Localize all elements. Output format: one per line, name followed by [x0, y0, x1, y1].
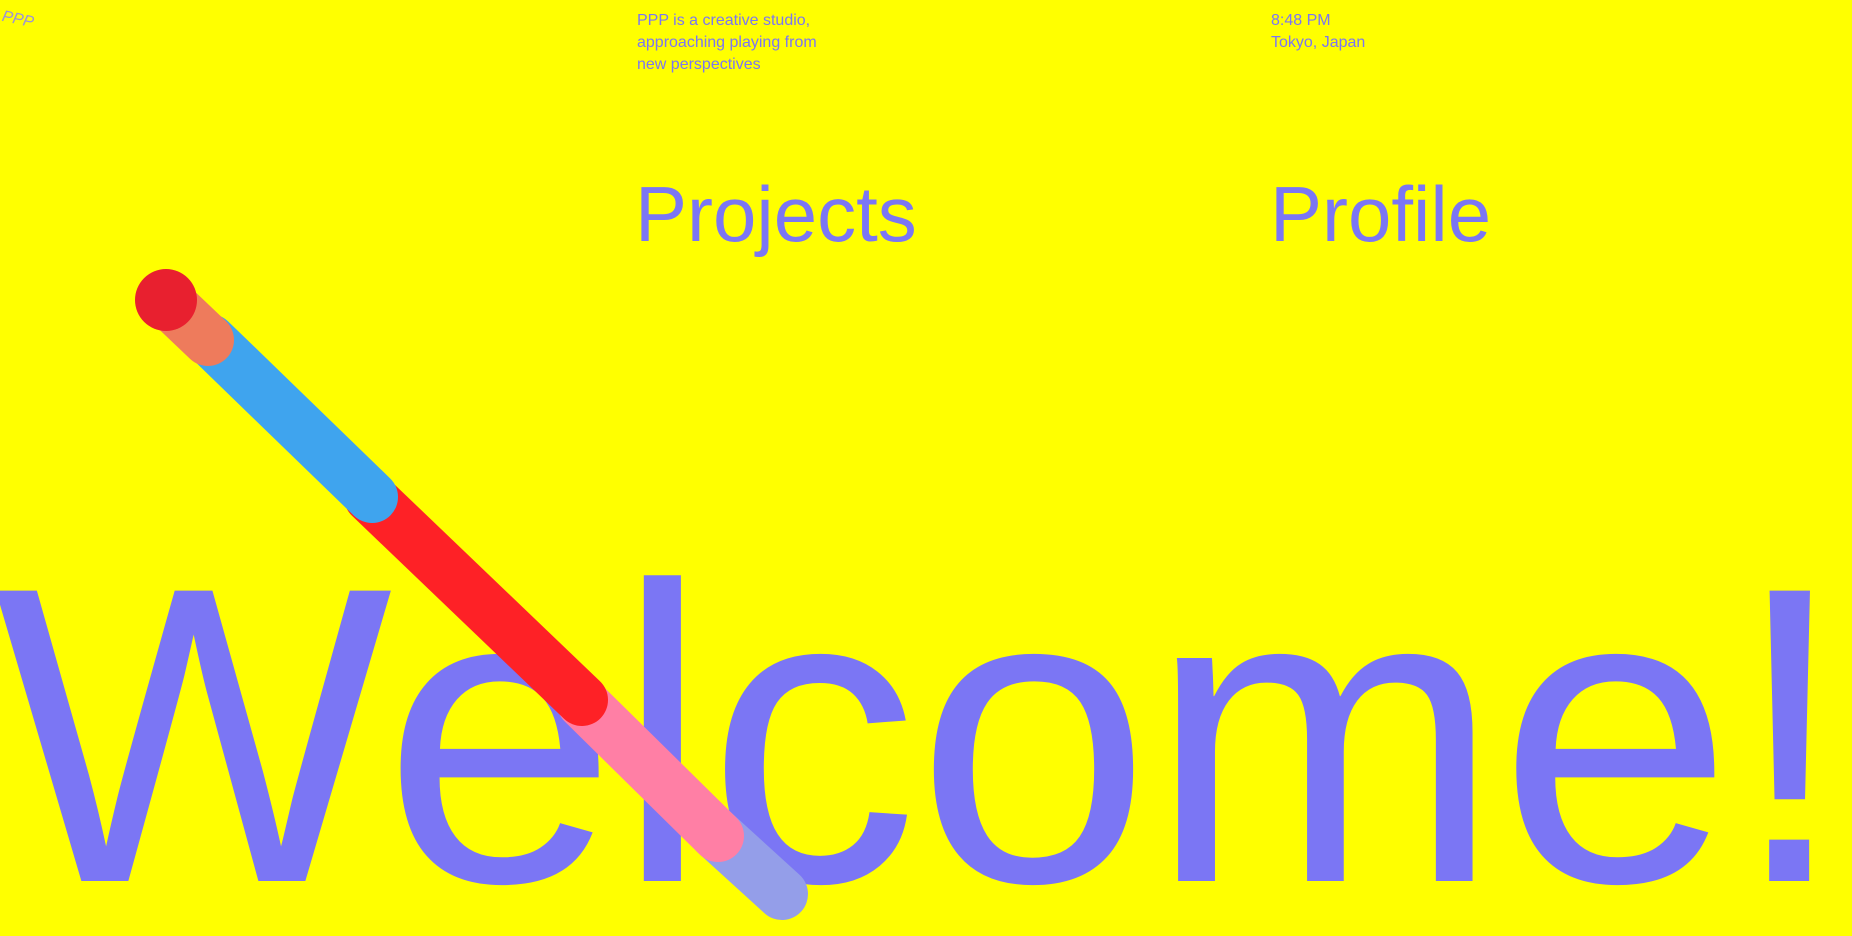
- nav-profile-link[interactable]: Profile: [1270, 168, 1491, 260]
- local-clock: 8:48 PM Tokyo, Japan: [1271, 10, 1365, 54]
- logo-link[interactable]: PPP: [0, 8, 35, 32]
- studio-tagline: PPP is a creative studio, approaching pl…: [637, 12, 817, 73]
- stick-tip: [135, 269, 197, 331]
- stick-segment-blue: [184, 314, 398, 523]
- clock-location: Tokyo, Japan: [1271, 34, 1366, 51]
- welcome-headline: Welcome!: [0, 500, 1848, 936]
- clock-time: 8:48 PM: [1271, 12, 1331, 29]
- stick-segment-coral: [140, 274, 234, 366]
- nav-projects-link[interactable]: Projects: [635, 168, 917, 260]
